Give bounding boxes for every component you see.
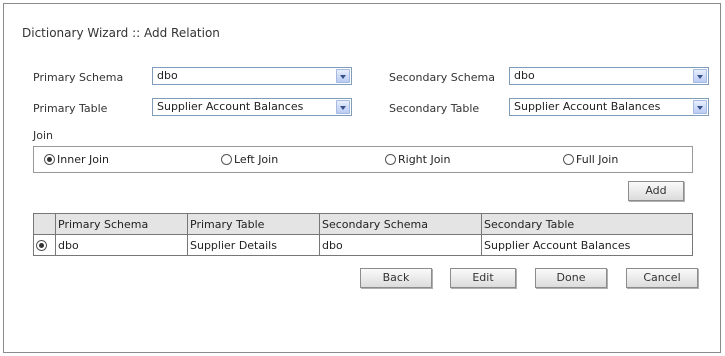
relations-table: Primary Schema Primary Table Secondary S… xyxy=(33,213,693,256)
join-option-label: Right Join xyxy=(398,153,451,166)
column-header: Primary Table xyxy=(187,213,320,235)
table-row[interactable]: dbo Supplier Details dbo Supplier Accoun… xyxy=(33,234,693,256)
column-header: Secondary Schema xyxy=(319,213,482,235)
chevron-down-icon[interactable] xyxy=(693,69,707,83)
radio-button-icon[interactable] xyxy=(221,154,232,165)
primary-table-select[interactable]: Supplier Account Balances xyxy=(152,98,352,116)
secondary-schema-select[interactable]: dbo xyxy=(509,67,709,85)
column-header: Secondary Table xyxy=(481,213,693,235)
row-select-cell[interactable] xyxy=(33,234,56,256)
join-option-label: Full Join xyxy=(576,153,619,166)
primary-schema-value: dbo xyxy=(157,69,178,82)
radio-button-icon[interactable] xyxy=(36,240,47,251)
done-button[interactable]: Done xyxy=(535,268,607,288)
join-option-full[interactable]: Full Join xyxy=(563,153,618,166)
join-option-right[interactable]: Right Join xyxy=(385,153,450,166)
primary-table-label: Primary Table xyxy=(33,102,108,115)
back-button[interactable]: Back xyxy=(360,268,432,288)
secondary-table-value: Supplier Account Balances xyxy=(514,100,661,113)
radio-button-icon[interactable] xyxy=(385,154,396,165)
select-column-header xyxy=(33,213,56,235)
secondary-schema-value: dbo xyxy=(514,69,535,82)
join-option-label: Inner Join xyxy=(57,153,109,166)
chevron-down-icon[interactable] xyxy=(336,69,350,83)
chevron-down-icon[interactable] xyxy=(336,100,350,114)
secondary-table-label: Secondary Table xyxy=(389,102,480,115)
dialog-frame: Dictionary Wizard :: Add Relation Primar… xyxy=(3,3,721,353)
primary-schema-label: Primary Schema xyxy=(33,71,124,84)
table-cell: dbo xyxy=(319,234,482,256)
table-cell: Supplier Details xyxy=(187,234,320,256)
join-option-inner[interactable]: Inner Join xyxy=(44,153,109,166)
radio-button-icon[interactable] xyxy=(563,154,574,165)
column-header: Primary Schema xyxy=(55,213,188,235)
dialog-title: Dictionary Wizard :: Add Relation xyxy=(22,26,220,40)
edit-button[interactable]: Edit xyxy=(450,268,516,288)
join-options-group: Inner Join Left Join Right Join Full Joi… xyxy=(33,146,693,173)
radio-button-icon[interactable] xyxy=(44,154,55,165)
join-option-left[interactable]: Left Join xyxy=(221,153,278,166)
secondary-table-select[interactable]: Supplier Account Balances xyxy=(509,98,709,116)
join-option-label: Left Join xyxy=(234,153,279,166)
primary-schema-select[interactable]: dbo xyxy=(152,67,352,85)
add-button[interactable]: Add xyxy=(628,181,684,201)
primary-table-value: Supplier Account Balances xyxy=(157,100,304,113)
table-header-row: Primary Schema Primary Table Secondary S… xyxy=(33,213,693,235)
table-cell: Supplier Account Balances xyxy=(481,234,693,256)
join-label: Join xyxy=(33,129,54,142)
secondary-schema-label: Secondary Schema xyxy=(389,71,495,84)
chevron-down-icon[interactable] xyxy=(693,100,707,114)
table-cell: dbo xyxy=(55,234,188,256)
cancel-button[interactable]: Cancel xyxy=(626,268,698,288)
